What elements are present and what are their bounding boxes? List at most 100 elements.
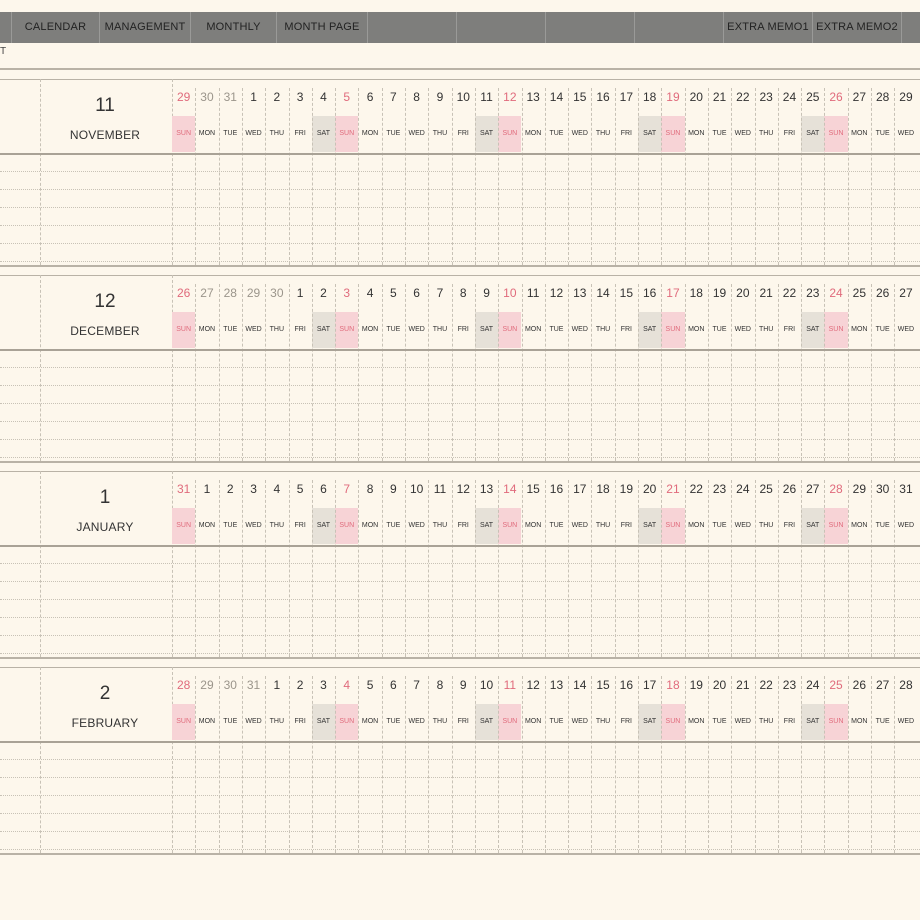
- day-number[interactable]: 19: [685, 678, 708, 692]
- day-number[interactable]: 21: [755, 286, 778, 300]
- day-number[interactable]: 14: [591, 286, 614, 300]
- day-number[interactable]: 10: [405, 482, 428, 496]
- day-number[interactable]: 23: [755, 90, 778, 104]
- day-number[interactable]: 14: [568, 678, 591, 692]
- day-number[interactable]: 23: [708, 482, 731, 496]
- day-number[interactable]: 13: [475, 482, 498, 496]
- day-number[interactable]: 5: [335, 90, 358, 104]
- day-number[interactable]: 2: [312, 286, 335, 300]
- day-number[interactable]: 11: [522, 286, 545, 300]
- day-number[interactable]: 26: [871, 286, 894, 300]
- day-number[interactable]: 13: [568, 286, 591, 300]
- day-number[interactable]: 17: [568, 482, 591, 496]
- day-number[interactable]: 6: [312, 482, 335, 496]
- day-number[interactable]: 18: [685, 286, 708, 300]
- day-number[interactable]: 4: [335, 678, 358, 692]
- day-number[interactable]: 8: [452, 286, 475, 300]
- day-number[interactable]: 5: [382, 286, 405, 300]
- day-number[interactable]: 11: [475, 90, 498, 104]
- day-number[interactable]: 12: [545, 286, 568, 300]
- day-number[interactable]: 6: [358, 90, 381, 104]
- day-number[interactable]: 17: [638, 678, 661, 692]
- day-number[interactable]: 16: [591, 90, 614, 104]
- day-number[interactable]: 24: [731, 482, 754, 496]
- day-number[interactable]: 26: [172, 286, 195, 300]
- day-number[interactable]: 16: [638, 286, 661, 300]
- day-number[interactable]: 24: [801, 678, 824, 692]
- day-number[interactable]: 21: [661, 482, 684, 496]
- day-number[interactable]: 6: [382, 678, 405, 692]
- day-number[interactable]: 28: [172, 678, 195, 692]
- day-number[interactable]: 29: [242, 286, 265, 300]
- day-number[interactable]: 15: [568, 90, 591, 104]
- day-number[interactable]: 10: [498, 286, 521, 300]
- day-number[interactable]: 4: [312, 90, 335, 104]
- day-number[interactable]: 11: [428, 482, 451, 496]
- day-number[interactable]: 26: [848, 678, 871, 692]
- day-number[interactable]: 19: [708, 286, 731, 300]
- day-number[interactable]: 18: [591, 482, 614, 496]
- day-number[interactable]: 2: [219, 482, 242, 496]
- day-number[interactable]: 21: [731, 678, 754, 692]
- tab-calendar[interactable]: CALENDAR: [12, 12, 100, 43]
- day-number[interactable]: 22: [778, 286, 801, 300]
- day-number[interactable]: 28: [824, 482, 847, 496]
- day-number[interactable]: 11: [498, 678, 521, 692]
- day-number[interactable]: 30: [195, 90, 218, 104]
- tab-management[interactable]: MANAGEMENT: [100, 12, 191, 43]
- day-number[interactable]: 3: [335, 286, 358, 300]
- day-number[interactable]: 15: [591, 678, 614, 692]
- day-number[interactable]: 2: [289, 678, 312, 692]
- day-number[interactable]: 23: [801, 286, 824, 300]
- day-number[interactable]: 1: [242, 90, 265, 104]
- day-number[interactable]: 24: [824, 286, 847, 300]
- day-number[interactable]: 4: [358, 286, 381, 300]
- day-number[interactable]: 27: [801, 482, 824, 496]
- day-number[interactable]: 20: [685, 90, 708, 104]
- day-number[interactable]: 8: [428, 678, 451, 692]
- day-number[interactable]: 27: [848, 90, 871, 104]
- day-number[interactable]: 19: [661, 90, 684, 104]
- day-number[interactable]: 30: [265, 286, 288, 300]
- day-number[interactable]: 9: [475, 286, 498, 300]
- day-number[interactable]: 9: [428, 90, 451, 104]
- day-number[interactable]: 29: [172, 90, 195, 104]
- day-number[interactable]: 10: [475, 678, 498, 692]
- day-number[interactable]: 15: [522, 482, 545, 496]
- day-number[interactable]: 13: [522, 90, 545, 104]
- day-number[interactable]: 27: [894, 286, 917, 300]
- day-number[interactable]: 20: [708, 678, 731, 692]
- day-number[interactable]: 25: [848, 286, 871, 300]
- day-number[interactable]: 31: [894, 482, 917, 496]
- day-number[interactable]: 25: [801, 90, 824, 104]
- day-number[interactable]: 17: [661, 286, 684, 300]
- day-number[interactable]: 16: [545, 482, 568, 496]
- day-number[interactable]: 16: [615, 678, 638, 692]
- day-number[interactable]: 19: [615, 482, 638, 496]
- day-number[interactable]: 3: [312, 678, 335, 692]
- day-number[interactable]: 15: [615, 286, 638, 300]
- day-number[interactable]: 7: [428, 286, 451, 300]
- day-number[interactable]: 17: [615, 90, 638, 104]
- day-number[interactable]: 18: [661, 678, 684, 692]
- day-number[interactable]: 4: [265, 482, 288, 496]
- day-number[interactable]: 1: [265, 678, 288, 692]
- day-number[interactable]: 14: [545, 90, 568, 104]
- day-number[interactable]: 26: [778, 482, 801, 496]
- day-number[interactable]: 8: [358, 482, 381, 496]
- day-number[interactable]: 25: [755, 482, 778, 496]
- day-number[interactable]: 26: [824, 90, 847, 104]
- tab-extra-memo2[interactable]: EXTRA MEMO2: [813, 12, 902, 43]
- day-number[interactable]: 30: [871, 482, 894, 496]
- day-number[interactable]: 7: [382, 90, 405, 104]
- day-number[interactable]: 31: [219, 90, 242, 104]
- day-number[interactable]: 9: [452, 678, 475, 692]
- day-number[interactable]: 29: [848, 482, 871, 496]
- day-number[interactable]: 12: [452, 482, 475, 496]
- day-number[interactable]: 3: [289, 90, 312, 104]
- day-number[interactable]: 10: [452, 90, 475, 104]
- day-number[interactable]: 23: [778, 678, 801, 692]
- day-number[interactable]: 7: [405, 678, 428, 692]
- day-number[interactable]: 22: [685, 482, 708, 496]
- day-number[interactable]: 29: [894, 90, 917, 104]
